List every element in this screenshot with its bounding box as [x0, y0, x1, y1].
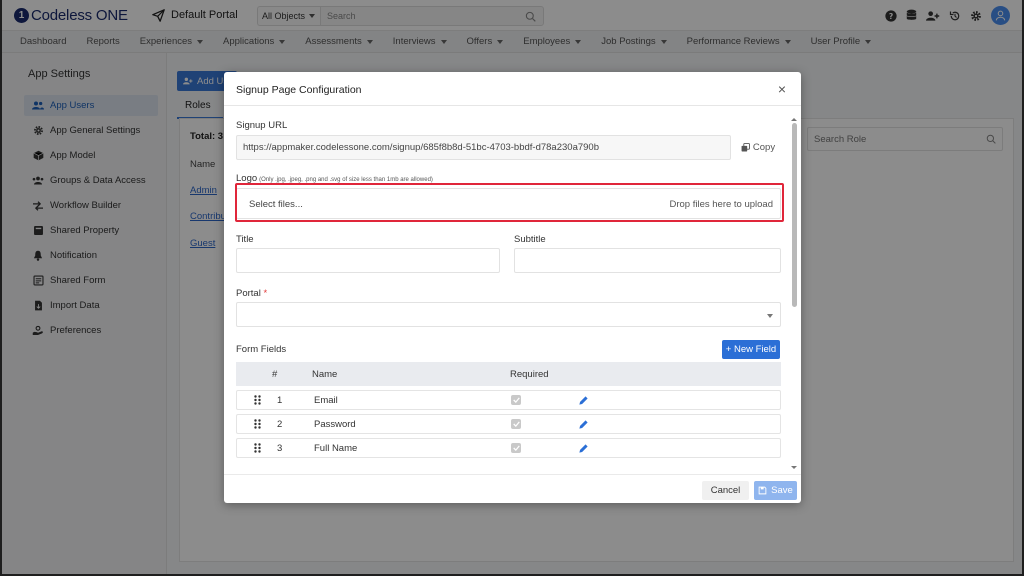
- subtitle-input[interactable]: [514, 248, 781, 273]
- dialog-scrollbar[interactable]: [790, 117, 798, 472]
- scroll-up-icon[interactable]: [790, 117, 798, 122]
- drag-handle-icon[interactable]: [254, 443, 261, 453]
- required-asterisk: *: [263, 288, 268, 299]
- cancel-button[interactable]: Cancel: [702, 481, 749, 500]
- field-name: Email: [314, 395, 338, 406]
- signup-config-dialog: Signup Page Configuration × Signup URL h…: [224, 72, 801, 503]
- column-header-number[interactable]: #: [272, 369, 277, 380]
- required-checkbox[interactable]: [511, 443, 521, 453]
- app-window: 1 Codeless ONE Default Portal All Object…: [2, 0, 1022, 574]
- pencil-icon[interactable]: [578, 419, 589, 430]
- column-header-name[interactable]: Name: [312, 369, 337, 380]
- drag-handle-icon[interactable]: [254, 395, 261, 405]
- portal-select[interactable]: [236, 302, 781, 327]
- title-label: Title: [236, 234, 254, 245]
- field-number: 3: [277, 443, 283, 454]
- copy-icon: [741, 142, 750, 151]
- save-icon: [758, 486, 767, 495]
- copy-label: Copy: [752, 141, 776, 153]
- copy-button[interactable]: Copy: [735, 135, 781, 159]
- table-row: 2 Password: [236, 414, 781, 434]
- chevron-down-icon: [767, 314, 773, 318]
- check-icon: [512, 445, 520, 451]
- dialog-title: Signup Page Configuration: [236, 84, 362, 96]
- scrollbar-thumb[interactable]: [792, 123, 797, 307]
- check-icon: [512, 397, 520, 403]
- table-row: 1 Email: [236, 390, 781, 410]
- pencil-icon[interactable]: [578, 395, 589, 406]
- scroll-down-icon[interactable]: [790, 465, 798, 470]
- column-header-required[interactable]: Required: [510, 369, 549, 380]
- drag-handle-icon[interactable]: [254, 419, 261, 429]
- dialog-footer: Cancel Save: [224, 474, 801, 503]
- check-icon: [512, 421, 520, 427]
- title-input[interactable]: [236, 248, 500, 273]
- form-fields-label: Form Fields: [236, 344, 287, 355]
- portal-label-text: Portal: [236, 288, 261, 299]
- highlight-box: [235, 183, 784, 222]
- signup-url-label: Signup URL: [236, 120, 288, 131]
- signup-url-value: https://appmaker.codelessone.com/signup/…: [243, 142, 599, 153]
- signup-url-field[interactable]: https://appmaker.codelessone.com/signup/…: [236, 135, 731, 160]
- required-checkbox[interactable]: [511, 395, 521, 405]
- field-number: 1: [277, 395, 283, 406]
- save-button[interactable]: Save: [754, 481, 797, 500]
- form-fields-grid-header: # Name Required: [236, 362, 781, 386]
- required-checkbox[interactable]: [511, 419, 521, 429]
- save-label: Save: [771, 485, 793, 496]
- dialog-header: Signup Page Configuration ×: [224, 72, 801, 106]
- subtitle-label: Subtitle: [514, 234, 546, 245]
- table-row: 3 Full Name: [236, 438, 781, 458]
- field-number: 2: [277, 419, 283, 430]
- new-field-button[interactable]: + New Field: [722, 340, 780, 359]
- field-name: Full Name: [314, 443, 358, 454]
- close-icon[interactable]: ×: [778, 81, 786, 97]
- pencil-icon[interactable]: [578, 443, 589, 454]
- field-name: Password: [314, 419, 356, 430]
- portal-label: Portal *: [236, 288, 267, 299]
